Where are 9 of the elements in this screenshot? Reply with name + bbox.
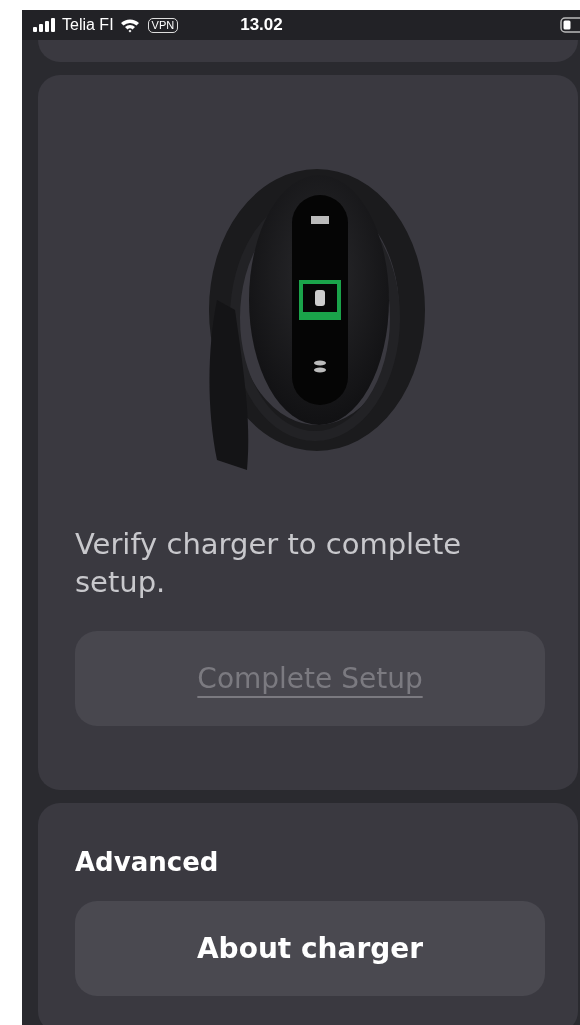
carrier-name: Telia FI (62, 16, 114, 34)
status-time: 13.02 (240, 15, 283, 35)
about-charger-button[interactable]: About charger (75, 901, 545, 996)
battery-icon (560, 17, 580, 33)
section-title: Advanced (75, 846, 220, 879)
vpn-badge: VPN (147, 17, 179, 33)
setup-message: Verify charger to complete setup. (75, 526, 463, 601)
signal-icon (33, 18, 55, 32)
wifi-icon (119, 17, 140, 33)
